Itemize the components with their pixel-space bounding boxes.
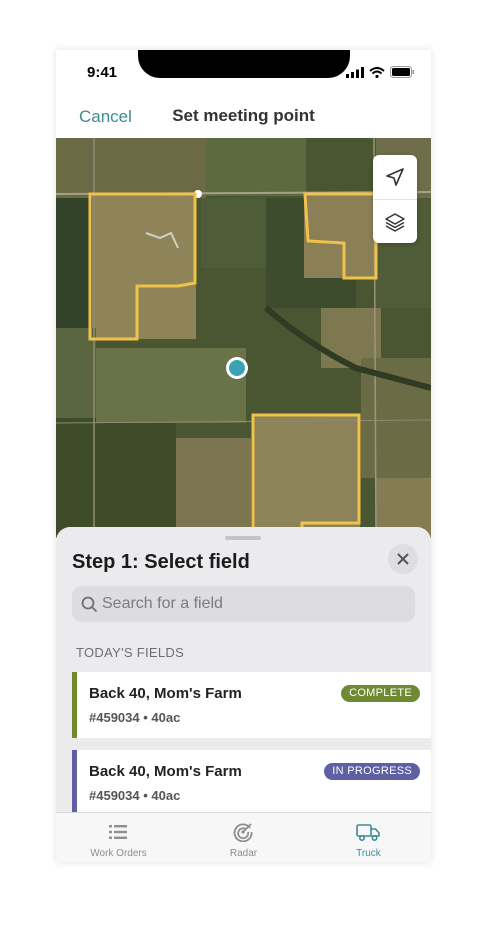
search-input[interactable] bbox=[102, 586, 402, 622]
status-time: 9:41 bbox=[87, 64, 118, 81]
close-icon bbox=[397, 553, 409, 565]
bottom-sheet: Step 1: Select field TODAY'S FIELDS Back… bbox=[56, 527, 431, 817]
tab-truck[interactable]: Truck bbox=[306, 813, 431, 862]
truck-icon bbox=[356, 824, 380, 842]
search-icon bbox=[81, 596, 98, 613]
battery-icon bbox=[390, 66, 414, 78]
signal-icon bbox=[346, 66, 364, 78]
notch bbox=[138, 50, 350, 78]
locate-button[interactable] bbox=[373, 155, 417, 199]
status-bar-indicator bbox=[72, 750, 77, 816]
field-card[interactable]: Back 40, Mom's Farm #459034 • 40ac COMPL… bbox=[72, 672, 431, 738]
sheet-grabber[interactable] bbox=[225, 536, 261, 540]
close-button[interactable] bbox=[388, 544, 418, 574]
status-icons bbox=[346, 66, 415, 78]
field-name: Back 40, Mom's Farm bbox=[89, 763, 242, 780]
status-badge: IN PROGRESS bbox=[324, 763, 420, 780]
status-badge: COMPLETE bbox=[341, 685, 420, 702]
layers-button[interactable] bbox=[373, 199, 417, 244]
page-title: Set meeting point bbox=[172, 106, 315, 125]
tab-label: Work Orders bbox=[90, 848, 147, 859]
tab-label: Truck bbox=[356, 848, 381, 859]
field-card[interactable]: Back 40, Mom's Farm #459034 • 40ac IN PR… bbox=[72, 750, 431, 816]
tab-label: Radar bbox=[229, 848, 258, 859]
list-icon bbox=[109, 825, 127, 839]
phone-frame: 9:41 Cancel Set meeting point Step 1: Se… bbox=[56, 50, 431, 862]
tab-radar[interactable]: Radar bbox=[181, 813, 306, 862]
section-label: TODAY'S FIELDS bbox=[76, 645, 185, 660]
layers-icon bbox=[385, 213, 405, 232]
field-meta: #459034 • 40ac bbox=[89, 710, 181, 725]
status-bar-indicator bbox=[72, 672, 77, 738]
field-meta: #459034 • 40ac bbox=[89, 788, 181, 803]
location-arrow-icon bbox=[386, 168, 404, 186]
nav-bar: Cancel Set meeting point bbox=[56, 96, 431, 138]
field-name: Back 40, Mom's Farm bbox=[89, 685, 242, 702]
tab-work-orders[interactable]: Work Orders bbox=[56, 813, 181, 862]
tab-bar: Work Orders Radar Truck bbox=[56, 812, 431, 862]
wifi-icon bbox=[369, 66, 385, 78]
sheet-title: Step 1: Select field bbox=[72, 551, 250, 573]
map-controls bbox=[373, 155, 417, 243]
radar-icon bbox=[233, 823, 253, 842]
search-field[interactable] bbox=[72, 586, 415, 622]
